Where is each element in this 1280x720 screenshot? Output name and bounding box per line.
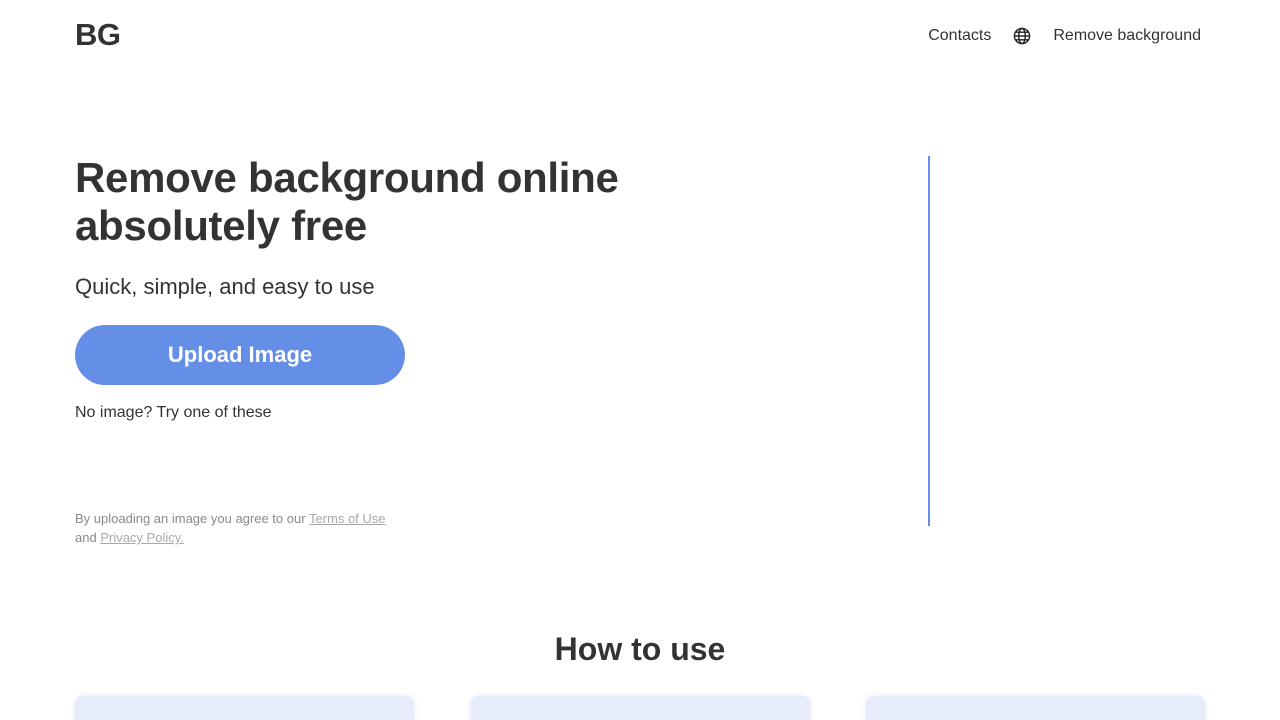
top-nav: Contacts Remove background	[928, 22, 1201, 50]
privacy-policy-link[interactable]: Privacy Policy.	[100, 530, 184, 545]
sample-images-prompt: No image? Try one of these	[75, 404, 272, 421]
how-to-use-card	[866, 696, 1205, 720]
how-to-use-title: How to use	[554, 631, 726, 667]
terms-of-use-link[interactable]: Terms of Use	[309, 511, 386, 526]
nav-remove-background-link[interactable]: Remove background	[1053, 22, 1201, 50]
legal-prefix: By uploading an image you agree to our	[75, 511, 309, 526]
nav-contacts-link[interactable]: Contacts	[928, 22, 991, 50]
legal-and: and	[75, 530, 101, 545]
page: BG Contacts Remove background Remove bac…	[0, 0, 1280, 720]
legal-notice: By uploading an image you agree to our T…	[75, 509, 415, 547]
how-to-use-card	[75, 696, 414, 720]
site-header: BG Contacts Remove background	[0, 0, 1280, 72]
hero-title: Remove background online absolutely free	[75, 154, 619, 249]
how-to-use-card	[471, 696, 810, 720]
globe-icon[interactable]	[1012, 26, 1032, 46]
hero-subtitle: Quick, simple, and easy to use	[75, 274, 375, 299]
upload-image-button[interactable]: Upload Image	[75, 325, 405, 385]
preview-divider	[928, 156, 930, 526]
site-logo[interactable]: BG	[75, 16, 121, 54]
